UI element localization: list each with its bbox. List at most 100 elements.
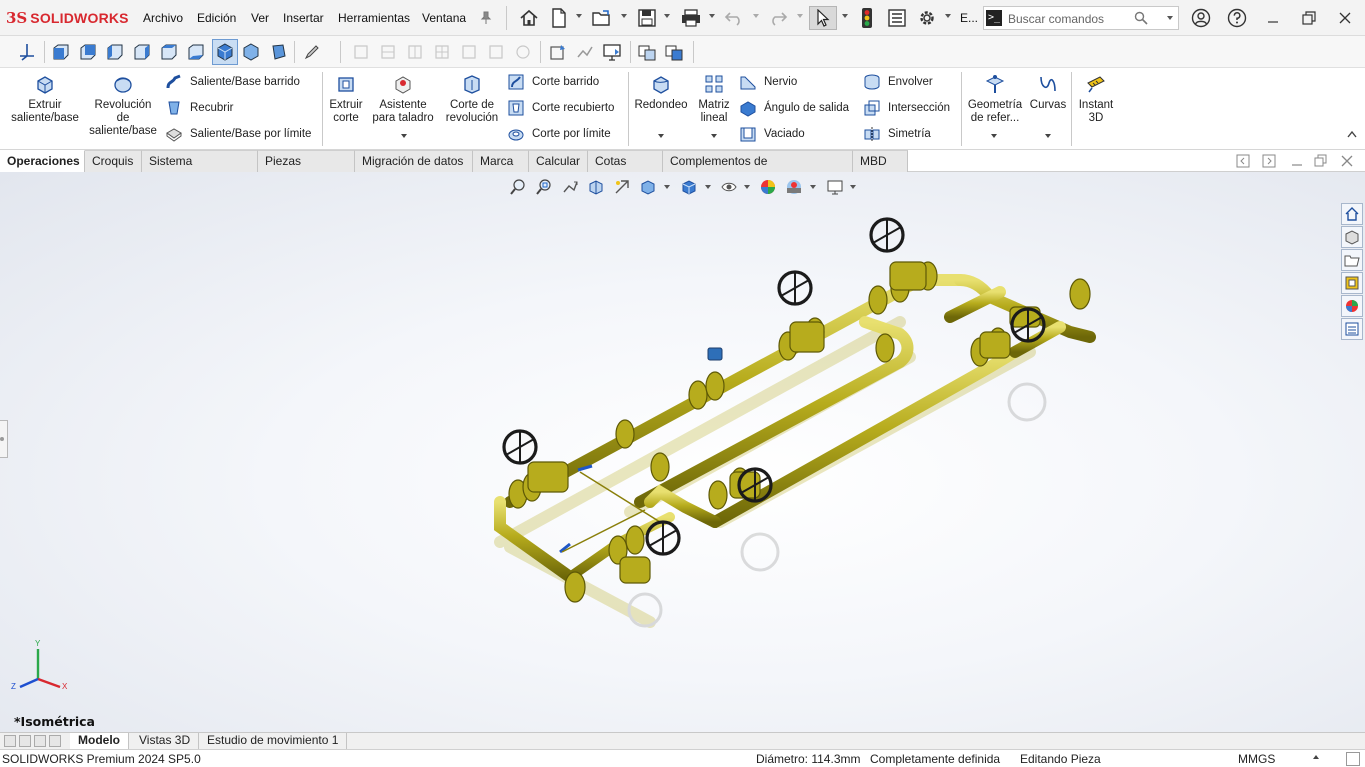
doc-restore-icon[interactable]	[1314, 154, 1328, 171]
redo-icon[interactable]	[766, 6, 790, 30]
search-icon[interactable]	[1134, 11, 1148, 25]
view-selector-disabled-icon[interactable]	[485, 41, 507, 63]
apply-scene-icon[interactable]	[574, 41, 596, 63]
tab-complementos[interactable]: Complementos de SOLIDWORKS	[663, 150, 853, 189]
home-icon[interactable]	[517, 6, 541, 30]
chevron-down-icon[interactable]	[850, 185, 856, 189]
open-folder-icon[interactable]	[590, 6, 614, 30]
hole-wizard-button[interactable]: Asistente para taladro	[370, 72, 436, 125]
linear-pattern-button[interactable]: Matriz lineal	[694, 72, 734, 125]
front-view-icon[interactable]	[50, 41, 72, 63]
view-settings-monitor-icon[interactable]	[825, 177, 845, 197]
taskpane-view-palette-icon[interactable]	[1341, 272, 1363, 294]
tab-vistas-3d[interactable]: Vistas 3D	[131, 733, 200, 749]
menu-ver[interactable]: Ver	[251, 11, 269, 25]
isometric-view-icon[interactable]	[212, 39, 238, 65]
chevron-down-icon[interactable]	[664, 185, 670, 189]
taskpane-design-library-icon[interactable]	[1341, 226, 1363, 248]
right-view-icon[interactable]	[131, 41, 153, 63]
chevron-down-icon[interactable]	[711, 134, 717, 138]
hide-show-items-icon[interactable]	[719, 177, 739, 197]
chevron-down-icon[interactable]	[991, 134, 997, 138]
swept-cut-button[interactable]: Corte barrido	[506, 72, 599, 92]
view-selector-disabled-icon[interactable]	[377, 41, 399, 63]
back-view-icon[interactable]	[77, 41, 99, 63]
taskpane-home-icon[interactable]	[1341, 203, 1363, 225]
solidworks-logo[interactable]: 3S SOLIDWORKS	[6, 7, 129, 29]
tab-nav-prev-icon[interactable]	[19, 735, 31, 747]
shell-button[interactable]: Vaciado	[738, 124, 805, 144]
menu-edicion[interactable]: Edición	[197, 11, 236, 25]
left-view-icon[interactable]	[104, 41, 126, 63]
print-icon[interactable]	[679, 6, 703, 30]
swept-boss-button[interactable]: Saliente/Base barrido	[164, 72, 300, 92]
tab-modelo[interactable]: Modelo	[70, 733, 129, 749]
file-properties-icon[interactable]	[885, 6, 909, 30]
wrap-button[interactable]: Envolver	[862, 72, 933, 92]
search-commands-field[interactable]: >_ Buscar comandos	[983, 6, 1179, 30]
normal-to-icon[interactable]	[16, 41, 38, 63]
taskpane-appearances-icon[interactable]	[1341, 295, 1363, 317]
truncated-title[interactable]: E...	[960, 11, 978, 25]
view-selector-disabled-icon[interactable]	[350, 41, 372, 63]
revolve-cut-button[interactable]: Corte de revolución	[440, 72, 504, 125]
panel-right-icon[interactable]	[1262, 154, 1276, 171]
draft-button[interactable]: Ángulo de salida	[738, 98, 849, 118]
chevron-down-icon[interactable]	[1167, 16, 1173, 20]
tab-estudio-movimiento[interactable]: Estudio de movimiento 1	[199, 733, 348, 749]
chevron-down-icon[interactable]	[664, 14, 670, 18]
trimetric-view-icon[interactable]	[240, 41, 262, 63]
dimetric-view-icon[interactable]	[267, 41, 289, 63]
minimize-window-icon[interactable]	[1261, 6, 1285, 30]
chevron-down-icon[interactable]	[810, 185, 816, 189]
extrude-cut-button[interactable]: Extruir corte	[326, 72, 366, 125]
display-style-icon[interactable]	[679, 177, 699, 197]
apply-scene-icon[interactable]	[784, 177, 804, 197]
status-options-icon[interactable]	[1346, 752, 1360, 766]
chevron-down-icon[interactable]	[753, 14, 759, 18]
options-gear-icon[interactable]	[915, 6, 939, 30]
pipe-assembly-model[interactable]	[470, 202, 1130, 652]
restore-window-icon[interactable]	[1297, 6, 1321, 30]
tab-piezas-soldadas[interactable]: Piezas soldadas	[258, 150, 355, 189]
pin-icon[interactable]	[474, 6, 498, 30]
display-monitor-icon[interactable]	[601, 41, 623, 63]
chevron-down-icon[interactable]	[658, 134, 664, 138]
chevron-down-icon[interactable]	[945, 14, 951, 18]
edit-mode-status[interactable]: Editando Pieza	[1020, 752, 1101, 766]
intersect-button[interactable]: Intersección	[862, 98, 950, 118]
select-cursor-icon[interactable]	[809, 6, 837, 30]
extrude-boss-button[interactable]: Extruir saliente/base	[8, 72, 82, 125]
feature-manager-expand-handle[interactable]	[0, 420, 8, 458]
view-selector-disabled-icon[interactable]	[404, 41, 426, 63]
tab-marca[interactable]: Marca	[473, 150, 529, 172]
chevron-down-icon[interactable]	[621, 14, 627, 18]
view-selector-disabled-icon[interactable]	[431, 41, 453, 63]
unit-system[interactable]: MMGS	[1238, 752, 1275, 766]
help-icon[interactable]	[1225, 6, 1249, 30]
tab-cotas-mbd[interactable]: Cotas MBD	[588, 150, 663, 189]
chevron-down-icon[interactable]	[709, 14, 715, 18]
view-selector-disabled-icon[interactable]	[458, 41, 480, 63]
doc-minimize-icon[interactable]	[1290, 154, 1304, 171]
taskpane-custom-properties-icon[interactable]	[1341, 318, 1363, 340]
chevron-down-icon[interactable]	[576, 14, 582, 18]
revolve-boss-button[interactable]: Revolución de saliente/base	[86, 72, 160, 138]
tile-views-icon[interactable]	[663, 41, 685, 63]
previous-view-icon[interactable]	[560, 177, 580, 197]
view-orientation-icon[interactable]	[547, 41, 569, 63]
zoom-to-fit-icon[interactable]	[508, 177, 528, 197]
pencil-edit-icon[interactable]	[301, 41, 323, 63]
view-selector-disabled-icon[interactable]	[512, 41, 534, 63]
instant-3d-button[interactable]: Instant 3D	[1074, 72, 1118, 125]
mirror-button[interactable]: Simetría	[862, 124, 931, 144]
section-view-icon[interactable]	[586, 177, 606, 197]
tab-calcular[interactable]: Calcular	[529, 150, 588, 172]
reference-geometry-button[interactable]: Geometría de refer...	[964, 72, 1026, 125]
tab-sistema-estructural[interactable]: Sistema estructural	[142, 150, 258, 189]
chevron-down-icon[interactable]	[797, 14, 803, 18]
tab-mbd[interactable]: MBD	[853, 150, 908, 172]
edit-appearance-icon[interactable]	[758, 177, 778, 197]
chevron-down-icon[interactable]	[401, 134, 407, 138]
chevron-down-icon[interactable]	[744, 185, 750, 189]
